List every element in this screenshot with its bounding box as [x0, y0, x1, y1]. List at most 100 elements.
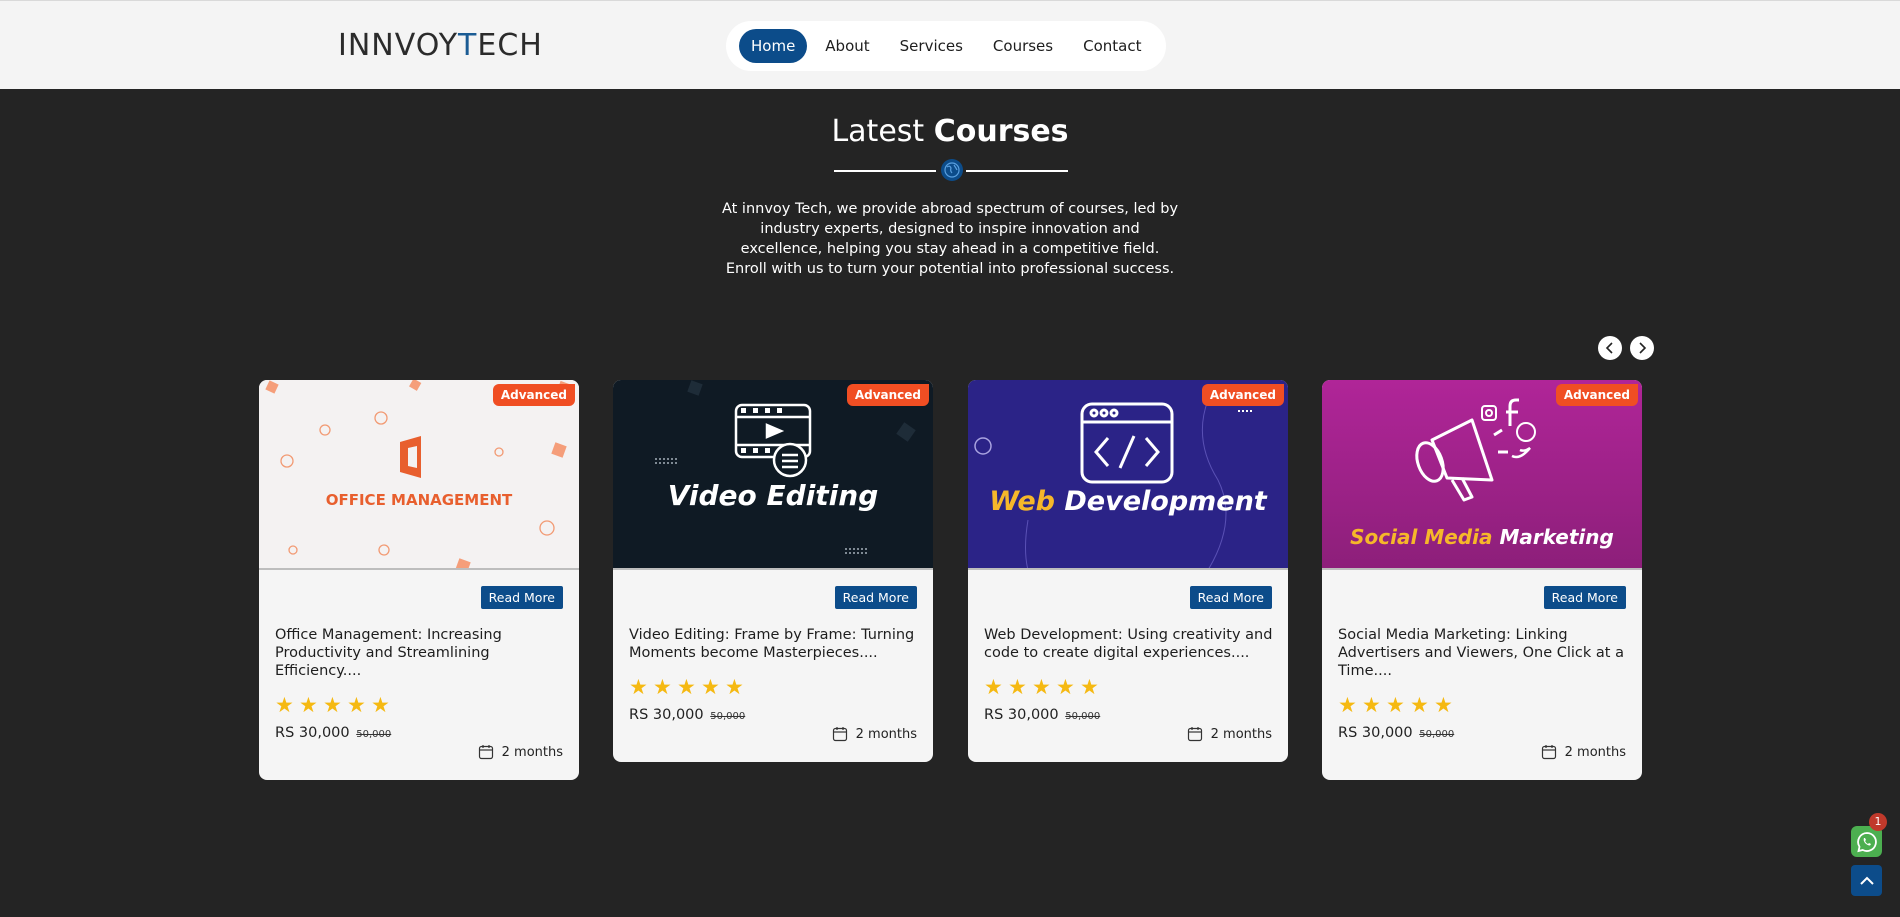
star-icon: ★ [1080, 675, 1099, 699]
level-badge: Advanced [492, 384, 575, 406]
star-icon: ★ [984, 675, 1003, 699]
logo-text-part1: INNVOY [338, 27, 459, 63]
read-more-button[interactable]: Read More [1543, 586, 1626, 609]
caption-main: Development [1064, 486, 1267, 517]
read-more-button[interactable]: Read More [480, 586, 563, 609]
section-intro: At innvoy Tech, we provide abroad spectr… [721, 201, 1179, 277]
caption-highlight: Web [989, 486, 1055, 517]
star-icon: ★ [299, 693, 318, 717]
notification-count-badge: 1 [1869, 813, 1887, 831]
read-more-button[interactable]: Read More [834, 586, 917, 609]
rating-stars: ★ ★ ★ ★ ★ [984, 675, 1099, 699]
star-icon: ★ [701, 675, 720, 699]
course-image-caption: Social Media Marketing [1322, 525, 1642, 549]
course-price: RS 30,000 50,000 [275, 725, 391, 741]
star-icon: ★ [1338, 693, 1357, 717]
caption-main: Marketing [1499, 525, 1614, 549]
course-image-caption: Video Editing [667, 479, 879, 512]
calendar-icon [1187, 727, 1202, 742]
course-image: Social Media Marketing Advanced [1322, 380, 1642, 570]
main-nav: Home About Services Courses Contact [726, 21, 1166, 71]
star-icon: ★ [1434, 693, 1453, 717]
course-price: RS 30,000 50,000 [629, 707, 745, 723]
title-divider [834, 158, 1068, 182]
divider-line-left [834, 170, 936, 172]
calendar-icon [478, 745, 493, 760]
duration-text: 2 months [1564, 744, 1626, 760]
divider-line-right [966, 170, 1068, 172]
course-duration: 2 months [478, 744, 563, 760]
globe-icon [941, 159, 963, 181]
star-icon: ★ [725, 675, 744, 699]
video-clapper-icon [734, 403, 812, 478]
course-title[interactable]: Social Media Marketing: Linking Advertis… [1338, 626, 1628, 680]
course-duration: 2 months [1541, 744, 1626, 760]
nav-item-home[interactable]: Home [739, 29, 808, 63]
calendar-icon [832, 727, 847, 742]
carousel-prev-button[interactable] [1598, 336, 1622, 360]
megaphone-icon [1415, 418, 1508, 502]
course-card[interactable]: OFFICE MANAGEMENT Advanced Read More Off… [259, 380, 579, 780]
site-header: INNVOY T ECH Home About Services Courses C… [0, 0, 1900, 89]
star-icon: ★ [1362, 693, 1381, 717]
level-badge: Advanced [1555, 384, 1638, 406]
chevron-right-icon [1639, 342, 1647, 354]
read-more-button[interactable]: Read More [1189, 586, 1272, 609]
star-icon: ★ [1008, 675, 1027, 699]
course-duration: 2 months [1187, 726, 1272, 742]
whatsapp-icon [1856, 831, 1877, 852]
chevron-left-icon [1605, 342, 1613, 354]
star-icon: ★ [1032, 675, 1051, 699]
course-image-caption: Web Development [968, 486, 1288, 517]
duration-text: 2 months [501, 744, 563, 760]
star-icon: ★ [1410, 693, 1429, 717]
star-icon: ★ [653, 675, 672, 699]
star-icon: ★ [323, 693, 342, 717]
nav-item-about[interactable]: About [813, 29, 881, 63]
course-duration: 2 months [832, 726, 917, 742]
nav-item-services[interactable]: Services [888, 29, 975, 63]
course-price: RS 30,000 50,000 [984, 707, 1100, 723]
nav-item-courses[interactable]: Courses [981, 29, 1065, 63]
nav-item-contact[interactable]: Contact [1071, 29, 1153, 63]
price-old: 50,000 [1419, 729, 1455, 740]
level-badge: Advanced [1201, 384, 1284, 406]
star-icon: ★ [347, 693, 366, 717]
course-title[interactable]: Office Management: Increasing Productivi… [275, 626, 565, 680]
course-title[interactable]: Video Editing: Frame by Frame: Turning M… [629, 626, 919, 662]
price-old: 50,000 [710, 711, 746, 722]
star-icon: ★ [1386, 693, 1405, 717]
course-title[interactable]: Web Development: Using creativity and co… [984, 626, 1274, 662]
course-image: OFFICE MANAGEMENT Advanced [259, 380, 579, 570]
logo-text-part2: ECH [477, 27, 543, 63]
calendar-icon [1541, 745, 1556, 760]
course-card[interactable]: Web Development Advanced Read More Web D… [968, 380, 1288, 762]
social-icons [1481, 398, 1536, 459]
logo-text-accent: T [458, 27, 478, 63]
price-old: 50,000 [1065, 711, 1101, 722]
star-icon: ★ [371, 693, 390, 717]
price-current: RS 30,000 [1338, 725, 1413, 741]
site-logo[interactable]: INNVOY T ECH [338, 27, 543, 63]
section-title: Latest Courses [0, 114, 1900, 149]
star-icon: ★ [275, 693, 294, 717]
duration-text: 2 months [855, 726, 917, 742]
course-card[interactable]: Video Editing Advanced Read More Video E… [613, 380, 933, 762]
section-title-light: Latest [831, 114, 934, 149]
price-current: RS 30,000 [629, 707, 704, 723]
carousel-next-button[interactable] [1630, 336, 1654, 360]
course-image: Video Editing Advanced [613, 380, 933, 570]
course-card[interactable]: Social Media Marketing Advanced Read Mor… [1322, 380, 1642, 780]
chevron-up-icon [1859, 876, 1874, 885]
duration-text: 2 months [1210, 726, 1272, 742]
scroll-to-top-button[interactable] [1851, 865, 1882, 896]
level-badge: Advanced [846, 384, 929, 406]
price-current: RS 30,000 [275, 725, 350, 741]
price-current: RS 30,000 [984, 707, 1059, 723]
rating-stars: ★ ★ ★ ★ ★ [275, 693, 390, 717]
rating-stars: ★ ★ ★ ★ ★ [1338, 693, 1453, 717]
office-logo-icon [400, 436, 421, 478]
code-window-icon [1080, 402, 1174, 484]
star-icon: ★ [677, 675, 696, 699]
star-icon: ★ [629, 675, 648, 699]
